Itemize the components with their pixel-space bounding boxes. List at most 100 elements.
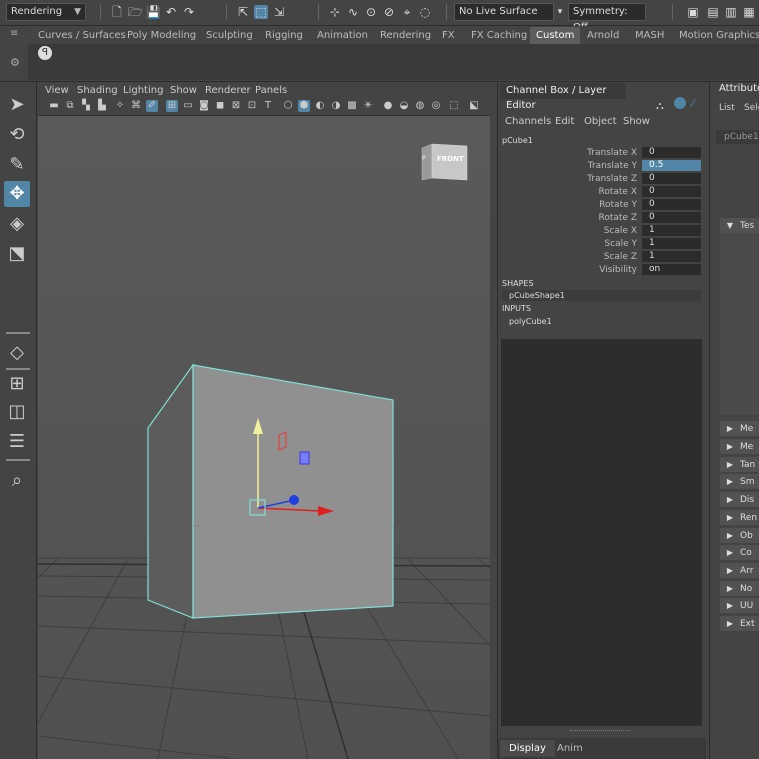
rotate-tool-icon[interactable]: ◈ — [4, 211, 30, 237]
attribute-editor-title[interactable]: Attribute — [719, 83, 759, 94]
snap-grid-icon[interactable]: ⊹ — [328, 5, 342, 19]
single-perspective-layout-icon[interactable]: ◇ — [4, 340, 30, 366]
channel-menu-edit[interactable]: Edit — [555, 116, 574, 127]
attr-field-visibility[interactable]: on — [642, 264, 701, 275]
ambient-occlusion-icon[interactable]: ◒ — [398, 100, 410, 112]
shelf-tab-rigging[interactable]: Rigging — [265, 27, 303, 44]
live-surface-field[interactable]: No Live Surface — [454, 3, 554, 21]
field-chart-icon[interactable]: ⊠ — [230, 100, 242, 112]
select-component-icon[interactable]: ⇲ — [272, 5, 286, 19]
checker-icon[interactable]: ▩ — [346, 100, 358, 112]
viewport-menu-view[interactable]: View — [45, 85, 69, 96]
viewport-menu-shading[interactable]: Shading — [77, 85, 118, 96]
menu-set-dropdown[interactable]: Rendering ▼ — [6, 3, 86, 21]
image-plane-icon[interactable]: ▙ — [96, 100, 108, 112]
layer-editor-icon[interactable] — [674, 97, 686, 109]
new-scene-icon[interactable]: 🗋 — [110, 5, 124, 19]
viewport-menu-panels[interactable]: Panels — [255, 85, 287, 96]
search-icon[interactable]: ⌕ — [4, 468, 30, 494]
gear-icon[interactable]: ⚙ — [10, 56, 20, 69]
attr-field-translate-y[interactable]: 0.5 — [642, 160, 701, 171]
attr-section[interactable]: ▶ Ext — [720, 616, 759, 631]
edit-icon[interactable]: ⁄ — [692, 97, 694, 110]
attr-section[interactable]: ▶ Ren — [720, 510, 759, 525]
pencil-icon[interactable]: ✐ — [146, 100, 158, 112]
snap-live-icon[interactable]: ◌ — [418, 5, 432, 19]
attr-section[interactable]: ▶ Me — [720, 421, 759, 436]
render-frame-icon[interactable]: ▤ — [706, 5, 720, 19]
2d-pan-zoom-icon[interactable]: ✧ — [114, 100, 126, 112]
attr-section[interactable]: ▶ Tan — [720, 457, 759, 472]
textured-icon[interactable]: ◑ — [330, 100, 342, 112]
isolate-select-icon[interactable]: ⬚ — [448, 100, 460, 112]
attr-field-scale-x[interactable]: 1 — [642, 225, 701, 236]
grease-pencil-icon[interactable]: ⌘ — [130, 100, 142, 112]
attr-section[interactable]: ▶ Ob — [720, 528, 759, 543]
attribute-menu-selected[interactable]: Sele — [744, 103, 759, 113]
select-object-icon[interactable]: ⬚ — [254, 5, 268, 19]
shelf-python-icon[interactable]: ꟼ — [38, 46, 52, 60]
attr-field-rotate-y[interactable]: 0 — [642, 199, 701, 210]
selected-object-name[interactable]: pCube1 — [502, 136, 533, 145]
smooth-shade-icon[interactable]: ⬢ — [298, 100, 310, 112]
shape-node-item[interactable]: pCubeShape1 — [502, 290, 701, 301]
attr-section[interactable]: ▶ Me — [720, 439, 759, 454]
attr-field-translate-z[interactable]: 0 — [642, 173, 701, 184]
attr-field-translate-x[interactable]: 0 — [642, 147, 701, 158]
shelf-tab-sculpting[interactable]: Sculpting — [206, 27, 253, 44]
paint-select-icon[interactable]: ✎ — [4, 152, 30, 178]
snap-curve-icon[interactable]: ∿ — [346, 5, 360, 19]
shadows-icon[interactable]: ● — [382, 100, 394, 112]
lights-icon[interactable]: ☀ — [362, 100, 374, 112]
shelf-tab-rendering[interactable]: Rendering — [380, 27, 431, 44]
undo-icon[interactable]: ↶ — [164, 5, 178, 19]
lasso-tool-icon[interactable]: ⟲ — [4, 122, 30, 148]
gate-mask-icon[interactable]: ◼ — [214, 100, 226, 112]
save-scene-icon[interactable]: 💾 — [146, 5, 161, 19]
shelf-tab-curves-surfaces[interactable]: Curves / Surfaces — [38, 27, 126, 44]
snap-point-icon[interactable]: ⊙ — [364, 5, 378, 19]
shelf-tab-mash[interactable]: MASH — [635, 27, 664, 44]
snap-view-plane-icon[interactable]: ⊘ — [382, 5, 396, 19]
bookmark-icon[interactable]: ▚ — [80, 100, 92, 112]
film-gate-icon[interactable]: ▭ — [182, 100, 194, 112]
layer-tab-anim[interactable]: Anim — [548, 740, 592, 757]
viewport-menu-lighting[interactable]: Lighting — [123, 85, 163, 96]
channel-box-icon[interactable]: ⛬ — [656, 99, 664, 113]
safe-title-icon[interactable]: T — [262, 100, 274, 112]
attr-section[interactable]: ▶ UU — [720, 598, 759, 613]
symmetry-dropdown[interactable]: Symmetry: Off — [568, 3, 646, 33]
shelf-tab-motion-graphics[interactable]: Motion Graphics — [679, 27, 759, 44]
attr-field-scale-y[interactable]: 1 — [642, 238, 701, 249]
shelf-tab-animation[interactable]: Animation — [317, 27, 368, 44]
attr-field-scale-z[interactable]: 1 — [642, 251, 701, 262]
viewport-menu-show[interactable]: Show — [170, 85, 197, 96]
attr-section[interactable]: ▶ Co — [720, 545, 759, 560]
pcube1-mesh[interactable] — [147, 363, 394, 619]
camera-select-icon[interactable]: ▬ — [48, 100, 60, 112]
two-view-layout-icon[interactable]: ◫ — [4, 399, 30, 425]
attr-section[interactable]: ▶ Sm — [720, 474, 759, 489]
anti-aliasing-icon[interactable]: ◎ — [430, 100, 442, 112]
ipr-render-icon[interactable]: ▥ — [724, 5, 738, 19]
snap-surface-icon[interactable]: ⌖ — [400, 5, 414, 19]
panel-resize-handle[interactable] — [570, 730, 630, 733]
attr-field-rotate-z[interactable]: 0 — [642, 212, 701, 223]
redo-icon[interactable]: ↷ — [182, 5, 196, 19]
render-settings-icon[interactable]: ▦ — [742, 5, 756, 19]
grid-icon[interactable]: ⊞ — [166, 100, 178, 112]
view-cube[interactable]: P FRONT — [420, 142, 468, 182]
attr-field-rotate-x[interactable]: 0 — [642, 186, 701, 197]
channel-menu-channels[interactable]: Channels — [505, 116, 551, 127]
attribute-menu-list[interactable]: List — [719, 103, 735, 113]
motion-blur-icon[interactable]: ◍ — [414, 100, 426, 112]
wireframe-icon[interactable]: ⬡ — [282, 100, 294, 112]
outliner-layout-icon[interactable]: ☰ — [4, 429, 30, 455]
channel-box-title-tab[interactable]: Channel Box / Layer Editor — [500, 83, 626, 111]
four-view-layout-icon[interactable]: ⊞ — [4, 371, 30, 397]
move-tool-icon[interactable]: ✥ — [4, 181, 30, 207]
shelf-tab-arnold[interactable]: Arnold — [587, 27, 619, 44]
attr-section-transform[interactable]: ▼ Tes — [720, 218, 759, 233]
shelf-tab-poly-modeling[interactable]: Poly Modeling — [127, 27, 196, 44]
channel-menu-show[interactable]: Show — [623, 116, 650, 127]
